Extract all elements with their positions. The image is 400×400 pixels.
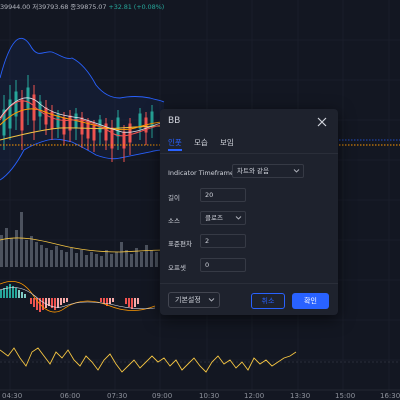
ohlc-readout: 39944.00 저39793.68 종39875.07 +32.81 (+0.… (0, 1, 164, 11)
time-label: 13:30 (290, 392, 310, 400)
active-tab-indicator (168, 149, 182, 151)
time-label: 12:00 (244, 392, 264, 400)
defaults-label: 기본설정 (175, 296, 201, 304)
timeframe-select[interactable]: 차트와 같음 (232, 164, 304, 178)
timeframe-label: Indicator Timeframe (168, 169, 234, 177)
time-label: 06:00 (60, 392, 80, 400)
indicator-settings-dialog: BB 인풋 모습 보임 Indicator Timeframe 차트와 같음 길… (160, 109, 338, 315)
time-label: 09:00 (152, 392, 172, 400)
ok-button[interactable]: 확인 (292, 293, 329, 309)
chevron-down-icon (208, 298, 215, 302)
dialog-title: BB (168, 116, 181, 126)
tab-inputs[interactable]: 인풋 (168, 137, 182, 148)
footer-divider (160, 283, 338, 284)
time-label: 04:30 (2, 392, 22, 400)
bb-fill (0, 38, 164, 180)
time-label: 10:30 (199, 392, 219, 400)
tab-style[interactable]: 모습 (194, 137, 208, 148)
ohlc-change: +32.81 (+0.08%) (108, 3, 165, 11)
stddev-label: 표준편차 (168, 240, 192, 248)
chevron-down-icon (235, 216, 242, 220)
offset-label: 오프셋 (168, 264, 186, 272)
ohlc-close: 종39875.07 (70, 3, 107, 11)
offset-input[interactable]: 0 (200, 258, 246, 272)
tab-visibility[interactable]: 보임 (220, 137, 234, 148)
close-icon[interactable] (315, 114, 329, 128)
source-select[interactable]: 클로즈 (200, 211, 246, 225)
cancel-button[interactable]: 취소 (251, 293, 285, 309)
time-label: 15:00 (335, 392, 355, 400)
source-label: 소스 (168, 217, 180, 225)
tabs-divider (160, 153, 338, 154)
time-label: 16:30 (380, 392, 400, 400)
ohlc-low: 저39793.68 (32, 3, 69, 11)
stddev-input[interactable]: 2 (200, 234, 246, 248)
timeframe-value: 차트와 같음 (237, 167, 269, 175)
time-label: 07:30 (107, 392, 127, 400)
chevron-down-icon (293, 169, 300, 173)
source-value: 클로즈 (205, 214, 223, 222)
length-input[interactable]: 20 (200, 188, 246, 202)
volume-bars (0, 212, 158, 267)
defaults-dropdown-button[interactable]: 기본설정 (168, 292, 220, 308)
length-label: 길이 (168, 194, 180, 202)
ohlc-high: 39944.00 (0, 3, 31, 11)
